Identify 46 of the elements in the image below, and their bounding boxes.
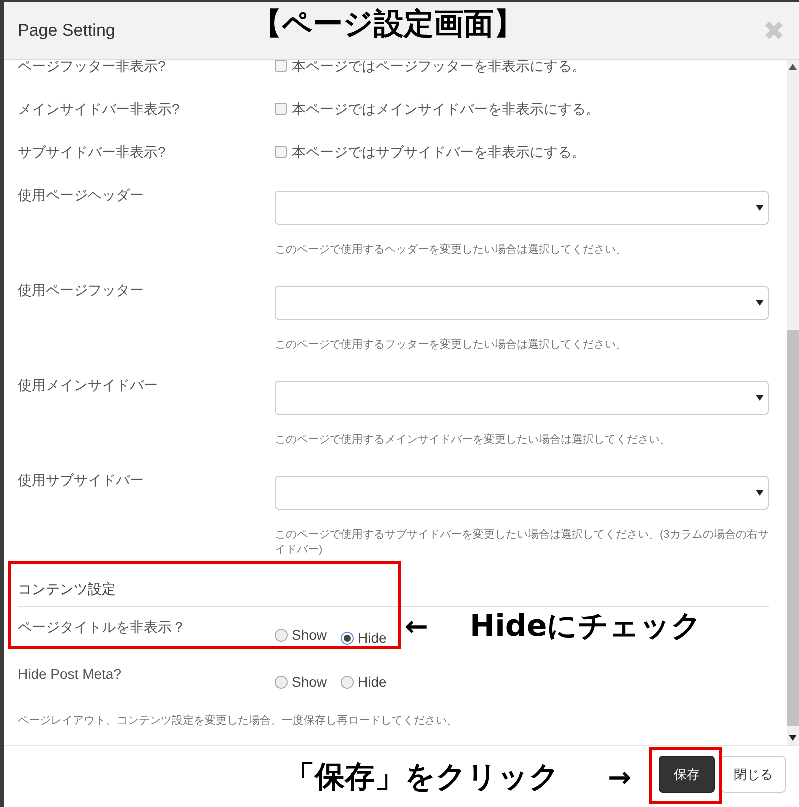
checkbox[interactable] bbox=[275, 146, 287, 158]
field-label: Hide Post Meta? bbox=[18, 665, 122, 684]
radio-button[interactable] bbox=[275, 629, 288, 642]
radio-button[interactable] bbox=[275, 676, 288, 689]
radio-label[interactable]: Show bbox=[292, 672, 328, 693]
radio-label[interactable]: Show bbox=[292, 625, 328, 646]
radio-button[interactable] bbox=[341, 676, 354, 689]
save-button[interactable]: 保存 bbox=[659, 756, 715, 794]
radio-label[interactable]: Hide bbox=[358, 628, 387, 649]
field-label: メインサイドバー非表示? bbox=[18, 100, 181, 119]
scrollbar[interactable] bbox=[787, 60, 799, 745]
help-text: このページで使用するメインサイドバーを変更したい場合は選択してください。 bbox=[275, 433, 672, 448]
annotation-heading: 【ページ設定画面】 bbox=[252, 6, 524, 44]
select-field[interactable] bbox=[275, 191, 769, 225]
select-field[interactable] bbox=[275, 476, 769, 510]
checkbox[interactable] bbox=[275, 60, 287, 72]
help-text: このページで使用するヘッダーを変更したい場合は選択してください。 bbox=[275, 243, 628, 258]
close-button[interactable]: 閉じる bbox=[721, 756, 786, 794]
caret-icon bbox=[756, 490, 764, 496]
caret-icon bbox=[756, 395, 764, 401]
radio-button[interactable] bbox=[341, 632, 354, 645]
checkbox-label[interactable]: 本ページではメインサイドバーを非表示にする。 bbox=[292, 101, 600, 117]
scroll-down-icon bbox=[789, 735, 797, 741]
section-title: コンテンツ設定 bbox=[18, 579, 769, 607]
arrow-symbol: → bbox=[608, 760, 632, 796]
scroll-up-icon bbox=[789, 64, 797, 70]
radio-label[interactable]: Hide bbox=[358, 672, 387, 693]
help-text: このページで使用するサブサイドバーを変更したい場合は選択してください。(3カラムの場合の右サイドバー) bbox=[275, 528, 769, 558]
arrow-symbol: ← bbox=[405, 609, 428, 645]
checkbox-label[interactable]: 本ページではサブサイドバーを非表示にする。 bbox=[292, 144, 586, 160]
select-field[interactable] bbox=[275, 286, 769, 320]
caret-icon bbox=[756, 205, 764, 211]
note-text: ページレイアウト、コンテンツ設定を変更した場合、一度保存し再ロードしてください。 bbox=[18, 714, 459, 729]
field-label: 使用ページフッター bbox=[18, 281, 145, 300]
checkbox[interactable] bbox=[275, 103, 287, 115]
modal-title: Page Setting bbox=[18, 20, 116, 42]
field-label: 使用ページヘッダー bbox=[18, 186, 145, 205]
annotation-text: 「保存」をクリック bbox=[285, 759, 560, 797]
field-label: 使用サブサイドバー bbox=[18, 471, 145, 490]
caret-icon bbox=[756, 300, 764, 306]
field-label: 使用メインサイドバー bbox=[18, 376, 159, 395]
field-label: サブサイドバー非表示? bbox=[18, 143, 167, 162]
select-field[interactable] bbox=[275, 381, 769, 415]
annotation-text: Hideにチェック bbox=[470, 608, 702, 646]
help-text: このページで使用するフッターを変更したい場合は選択してください。 bbox=[275, 338, 628, 353]
field-label: ページタイトルを非表示？ bbox=[18, 618, 187, 637]
